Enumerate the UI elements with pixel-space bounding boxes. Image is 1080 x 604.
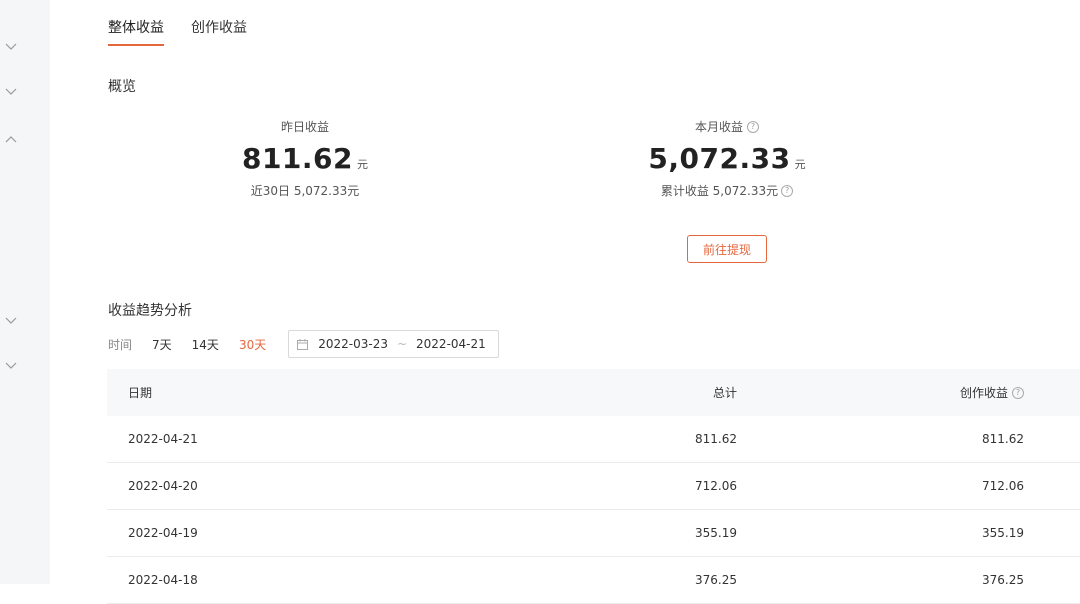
yesterday-earnings-label: 昨日收益 (280, 120, 329, 134)
chevron-up-icon[interactable] (4, 132, 18, 146)
trend-title: 收益趋势分析 (108, 303, 192, 319)
table-row: 2022-04-21 811.62 811.62 (107, 416, 1080, 463)
row-total: 376.25 (695, 573, 737, 587)
row-total: 811.62 (695, 432, 737, 446)
row-date: 2022-04-21 (128, 432, 198, 446)
currency-unit: 元 (357, 158, 369, 171)
month-earnings-value: 5,072.33 (648, 142, 791, 175)
row-date: 2022-04-19 (128, 526, 198, 540)
help-icon[interactable]: ? (747, 120, 759, 133)
date-separator: ~ (396, 337, 408, 351)
main-content: 整体收益 创作收益 概览 昨日收益 811.62 元 近30日 5,072.33元… (50, 0, 1080, 604)
time-filter: 时间 7天 14天 30天 2022-03-23 ~ 2022-04-21 (108, 330, 500, 358)
help-icon[interactable]: ? (1012, 386, 1024, 399)
table-row: 2022-04-18 376.25 376.25 (107, 557, 1080, 604)
range-30-days[interactable]: 30天 (239, 336, 266, 353)
chevron-down-icon[interactable] (4, 40, 18, 54)
row-date: 2022-04-20 (128, 479, 198, 493)
tab-creation-earnings[interactable]: 创作收益 (191, 17, 247, 46)
row-total: 712.06 (695, 479, 737, 493)
chevron-down-icon[interactable] (4, 85, 18, 99)
total-earnings: 累计收益 5,072.33元 (660, 184, 779, 198)
time-label: 时间 (108, 337, 133, 352)
row-creation-earnings: 376.25 (982, 573, 1024, 587)
table-row: 2022-04-19 355.19 355.19 (107, 510, 1080, 557)
range-7-days[interactable]: 7天 (152, 336, 172, 353)
date-range-picker[interactable]: 2022-03-23 ~ 2022-04-21 (288, 330, 500, 358)
help-icon[interactable]: ? (781, 184, 794, 197)
tab-overall-earnings[interactable]: 整体收益 (108, 17, 164, 46)
tab-bar: 整体收益 创作收益 (108, 17, 274, 46)
overview-title: 概览 (108, 79, 136, 95)
column-date: 日期 (128, 386, 153, 400)
column-total: 总计 (712, 386, 737, 400)
month-earnings-card: 本月收益? 5,072.33 元 累计收益 5,072.33元? (577, 118, 877, 199)
row-total: 355.19 (695, 526, 737, 540)
month-earnings-label: 本月收益 (694, 120, 743, 134)
withdraw-button[interactable]: 前往提现 (687, 235, 767, 263)
sidebar (0, 0, 50, 584)
date-end: 2022-04-21 (416, 337, 486, 351)
table-header: 日期 总计 创作收益? (107, 369, 1080, 416)
earnings-table: 日期 总计 创作收益? 2022-04-21 811.62 811.62 202… (107, 369, 1080, 604)
row-date: 2022-04-18 (128, 573, 198, 587)
range-14-days[interactable]: 14天 (192, 336, 219, 353)
last-30-days-earnings: 近30日 5,072.33元 (250, 184, 360, 198)
chevron-down-icon[interactable] (4, 359, 18, 373)
currency-unit: 元 (794, 158, 806, 171)
chevron-down-icon[interactable] (4, 314, 18, 328)
calendar-icon (297, 338, 309, 350)
yesterday-earnings-card: 昨日收益 811.62 元 近30日 5,072.33元 (155, 118, 455, 199)
date-start: 2022-03-23 (318, 337, 388, 351)
table-row: 2022-04-20 712.06 712.06 (107, 463, 1080, 510)
row-creation-earnings: 712.06 (982, 479, 1024, 493)
column-creation-earnings: 创作收益 (959, 386, 1008, 400)
row-creation-earnings: 355.19 (982, 526, 1024, 540)
row-creation-earnings: 811.62 (982, 432, 1024, 446)
yesterday-earnings-value: 811.62 (241, 142, 354, 175)
